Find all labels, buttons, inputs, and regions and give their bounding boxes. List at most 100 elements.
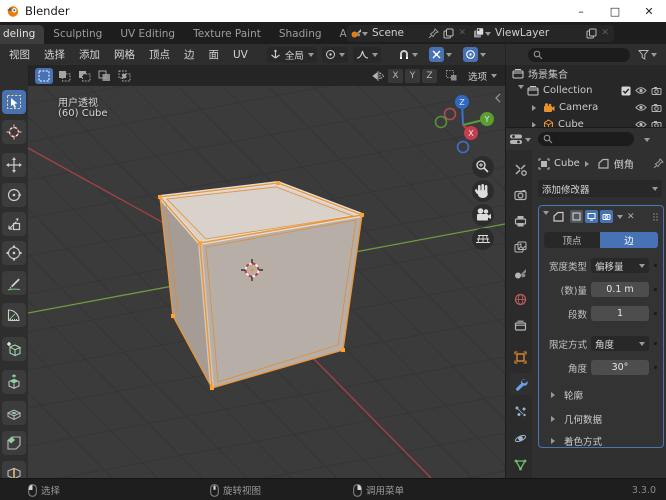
angle-field[interactable]: 30° [591,360,649,375]
panel-expand-icon[interactable] [543,211,549,218]
checkbox-icon[interactable] [621,86,631,96]
gizmo-neg-y[interactable] [434,115,448,129]
tool-move[interactable] [2,153,26,177]
render-visibility-icon[interactable] [651,120,662,127]
pin-icon[interactable] [653,158,664,169]
snap-target-icon[interactable] [445,69,458,82]
scene-selector[interactable]: Scene ✕ [347,24,471,42]
maximize-button[interactable]: □ [598,0,632,22]
tab-object-data[interactable] [508,454,532,476]
tool-inset-faces[interactable] [2,401,26,425]
tool-bevel[interactable] [2,431,26,455]
ortho-grid-button[interactable] [472,228,494,250]
outliner-row-collection[interactable]: Collection [506,82,666,99]
tab-world[interactable] [508,288,532,310]
pan-hand-button[interactable] [472,180,494,202]
modifier-extras-icon[interactable] [617,215,623,222]
gizmo-neg-z[interactable] [456,140,470,154]
select-mode-intersect-button[interactable] [115,68,133,84]
tool-add-cube[interactable] [2,337,26,361]
eye-icon[interactable] [635,103,647,112]
tab-view-layer[interactable] [508,236,532,258]
breadcrumb-object[interactable]: Cube [554,158,580,169]
amount-field[interactable]: 0.1 m [591,282,649,297]
new-viewlayer-icon[interactable] [586,28,597,39]
mirror-x-button[interactable]: X [387,68,403,83]
proportional-edit-toggle[interactable] [460,47,489,63]
disclosure-open-icon[interactable] [518,85,524,92]
cube-object[interactable] [158,181,365,390]
animate-dot[interactable] [654,366,657,369]
workspace-tab-modeling[interactable]: deling [0,25,45,44]
tab-particles[interactable] [508,400,532,422]
filter-funnel-icon[interactable] [638,49,649,60]
realtime-display-toggle[interactable] [585,210,598,223]
segments-field[interactable]: 1 [591,306,649,321]
menu-select[interactable]: 选择 [37,47,72,62]
menu-mesh[interactable]: 网格 [107,47,142,62]
close-button[interactable]: ✕ [632,0,666,22]
mirror-z-button[interactable]: Z [421,68,437,83]
render-display-toggle[interactable] [600,210,613,223]
eye-icon[interactable] [635,120,647,127]
drag-handle-icon[interactable] [652,212,659,222]
tool-annotate[interactable] [2,271,26,295]
select-mode-new-button[interactable] [35,67,53,84]
snap-toggle[interactable] [395,47,421,63]
tab-scene[interactable] [508,262,532,284]
select-mode-invert-button[interactable] [95,68,113,84]
tool-extrude-region[interactable] [2,370,26,394]
minimize-button[interactable]: – [564,0,598,22]
zoom-button[interactable] [472,156,494,178]
snap-mode-dropdown[interactable] [426,47,455,63]
section-geometry[interactable]: 几何数据 [549,412,602,426]
navigation-gizmo[interactable]: Z Y X [434,95,495,154]
add-modifier-button[interactable]: 添加修改器 [538,180,662,197]
proportional-falloff-dropdown[interactable] [352,46,381,63]
sidebar-collapse-icon[interactable] [495,93,501,103]
workspace-tab-uv-editing[interactable]: UV Editing [111,25,184,44]
camera-view-button[interactable] [472,204,494,226]
render-visibility-icon[interactable] [651,86,662,95]
mirror-y-button[interactable]: Y [404,68,420,83]
section-shading[interactable]: 着色方式 [549,434,602,448]
section-profile[interactable]: 轮廓 [549,388,583,402]
outliner-row-scene-collection[interactable]: 场景集合 [506,65,666,82]
delete-modifier-icon[interactable]: ✕ [627,212,635,222]
options-dropdown[interactable]: 选项 [468,69,497,83]
outliner-search[interactable] [528,47,630,62]
tab-collection-props[interactable] [508,314,532,336]
tool-rotate[interactable] [2,183,26,207]
pivot-point-dropdown[interactable] [321,46,348,63]
viewport-3d[interactable]: Z Y X 用户透视 (60) Cube [28,86,505,478]
tool-transform[interactable] [2,241,26,265]
tab-modifiers[interactable] [510,373,532,395]
menu-edge[interactable]: 边 [177,47,202,62]
select-mode-extend-button[interactable] [55,68,73,84]
workspace-tab-sculpting[interactable]: Sculpting [44,25,111,44]
gizmo-neg-x[interactable] [443,107,457,121]
limit-method-dropdown[interactable]: 角度 [591,336,649,351]
workspace-tab-shading[interactable]: Shading [270,25,331,44]
tool-scale[interactable] [2,212,26,236]
menu-vertex[interactable]: 顶点 [142,47,177,62]
animate-dot[interactable] [654,342,657,345]
render-visibility-icon[interactable] [651,103,662,112]
animate-dot[interactable] [654,288,657,291]
tool-measure[interactable] [2,303,26,327]
animate-dot[interactable] [654,312,657,315]
menu-view[interactable]: 视图 [2,47,37,62]
tab-object[interactable] [508,346,532,368]
outliner-row-cube[interactable]: Cube [506,116,666,127]
menu-uv[interactable]: UV [226,49,255,61]
affect-vertices-button[interactable]: 顶点 [544,232,600,248]
select-mode-subtract-button[interactable] [75,68,93,84]
animate-dot[interactable] [654,264,657,267]
menu-face[interactable]: 面 [202,47,227,62]
eye-icon[interactable] [635,86,647,95]
width-type-dropdown[interactable]: 偏移量 [591,258,649,273]
transform-orientation-dropdown[interactable]: 全局 [266,46,317,63]
breadcrumb-modifier[interactable]: 倒角 [614,156,634,171]
outliner-row-camera[interactable]: Camera [506,99,666,116]
tab-render[interactable] [508,184,532,206]
